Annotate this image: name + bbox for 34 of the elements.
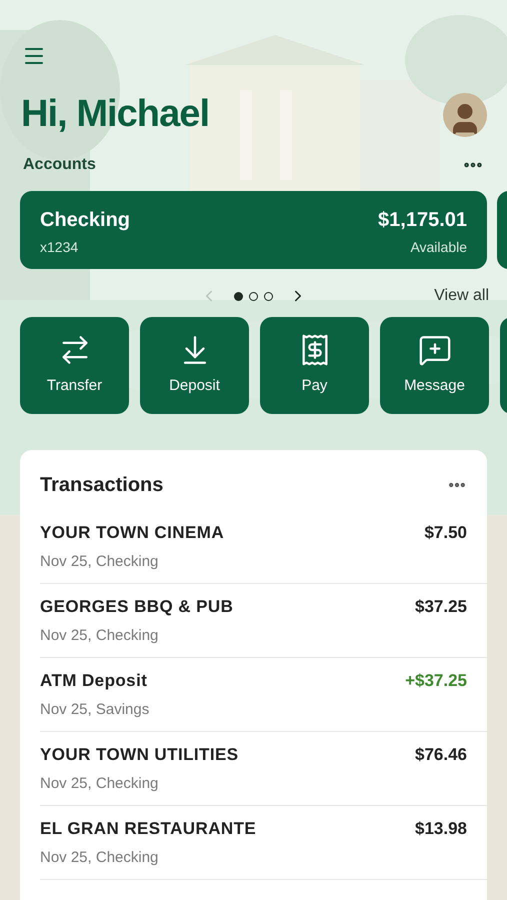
message-plus-icon bbox=[418, 333, 452, 368]
transaction-name: EL GRAN RESTAURANTE bbox=[40, 818, 256, 840]
balance-label: Available bbox=[410, 238, 467, 257]
transaction-name: GEORGES BBQ & PUB bbox=[40, 596, 234, 618]
transaction-amount: $7.50 bbox=[424, 522, 467, 544]
transaction-detail: Nov 25, Savings bbox=[40, 700, 150, 720]
account-number: x1234 bbox=[40, 238, 80, 257]
transaction-name: YOUR TOWN CINEMA bbox=[40, 522, 224, 544]
transaction-row[interactable]: YOUR TOWN CINEMA Nov 25, Checking $7.50 bbox=[40, 510, 487, 583]
transaction-name: ATM Deposit bbox=[40, 670, 148, 692]
greeting: Hi, Michael bbox=[21, 92, 210, 137]
transaction-row[interactable]: EL GRAN RESTAURANTE Nov 25, Checking $13.98 bbox=[40, 805, 487, 879]
card-title: Transactions bbox=[40, 473, 164, 498]
action-button[interactable]: Transfer bbox=[20, 317, 129, 414]
transaction-amount: $13.98 bbox=[415, 818, 467, 840]
account-balance: $1,175.01 bbox=[378, 208, 467, 233]
transaction-amount: +$37.25 bbox=[405, 670, 467, 692]
action-button[interactable]: Message bbox=[380, 317, 489, 414]
action-button[interactable]: Pay bbox=[260, 317, 369, 414]
transaction-detail: Nov 25, Checking bbox=[40, 552, 160, 572]
account-card[interactable]: Checking x1234 $1,175.01 Available bbox=[20, 191, 487, 269]
transaction-amount: $76.46 bbox=[415, 744, 467, 766]
transaction-row[interactable]: YOUR TOWN UTILITIES Nov 25, Checking $76.46 bbox=[40, 731, 487, 805]
transaction-name: YOUR TOWN UTILITIES bbox=[40, 744, 239, 766]
transaction-detail: Nov 25, Checking bbox=[40, 774, 160, 794]
transaction-row[interactable]: ATM Deposit Nov 25, Savings +$37.25 bbox=[40, 657, 487, 731]
transaction-detail: Nov 25, Checking bbox=[40, 848, 160, 868]
transaction-detail: Nov 25, Checking bbox=[40, 626, 160, 646]
view-all-link[interactable]: View all bbox=[434, 284, 489, 308]
section-title: Accounts bbox=[23, 155, 96, 175]
transaction-row[interactable]: GEORGES BBQ & PUB Nov 25, Checking $37.25 bbox=[40, 583, 487, 657]
action-button[interactable]: Deposit bbox=[140, 317, 249, 414]
transaction-amount: $37.25 bbox=[415, 596, 467, 618]
account-name: Checking bbox=[40, 208, 130, 233]
